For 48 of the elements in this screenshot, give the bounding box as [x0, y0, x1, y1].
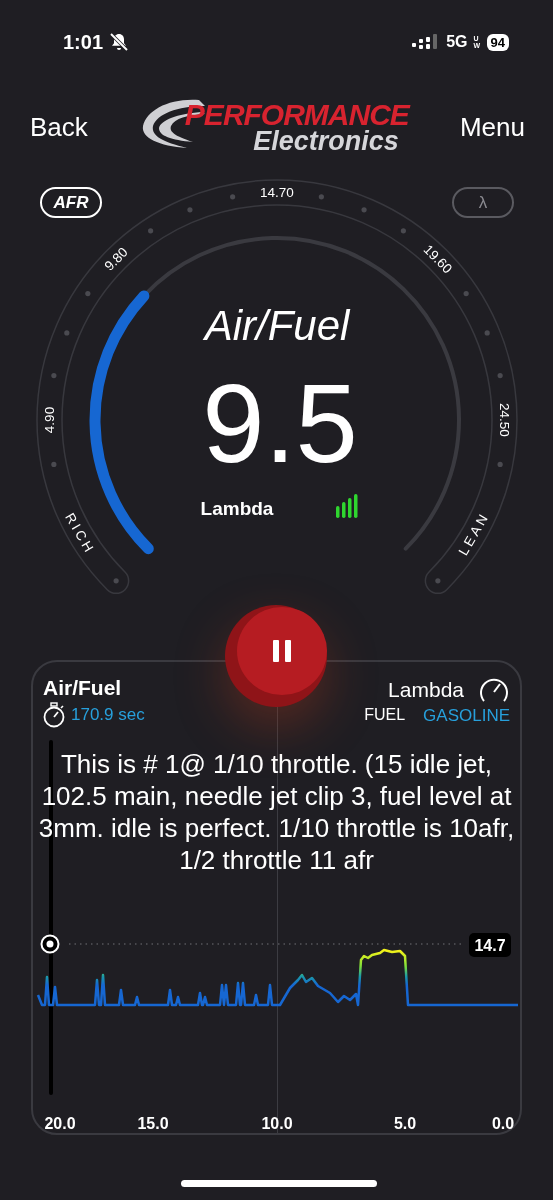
- scale-dot: [148, 228, 154, 234]
- scale-dot: [64, 330, 70, 336]
- scale-dot: [361, 207, 367, 213]
- scale-dot: [318, 194, 324, 200]
- log-title: Air/Fuel: [43, 676, 123, 700]
- pause-icon: [272, 640, 292, 662]
- scale-dot: [484, 330, 490, 336]
- back-button[interactable]: Back: [30, 111, 88, 143]
- unit-label: Lambda: [200, 498, 274, 519]
- scale-dot: [230, 194, 236, 200]
- scale-dot: [51, 373, 57, 379]
- scale-dot: [497, 373, 503, 379]
- battery-level: 94: [486, 33, 509, 51]
- menu-button[interactable]: Menu: [459, 111, 525, 143]
- unit-label: Lambda: [388, 678, 464, 702]
- note-text: This is # 1@ 1/10 throttle. (15 idle jet, 102.5 main, needle jet clip 3, fuel level at 3mm. idle is perfect. 1/10 throttle is 10afr, 1/2 throttle 11 afr: [37, 748, 516, 876]
- scale-label: 14.70: [260, 185, 294, 200]
- scale-dot: [463, 291, 469, 297]
- scale-dot: [497, 461, 503, 467]
- mode-toggle[interactable]: λ: [452, 187, 514, 218]
- scale-label: 24.50: [497, 403, 512, 437]
- reference-marker-icon: [40, 934, 60, 954]
- fuel-value: GASOLINE: [423, 706, 510, 726]
- scale-dot: [85, 291, 91, 297]
- scale-label: 4.90: [42, 406, 57, 434]
- scale-dot: [187, 207, 193, 213]
- stopwatch-icon: [43, 702, 65, 728]
- reference-label: 14.7: [469, 933, 511, 957]
- axis-label: 0.0: [491, 1115, 515, 1132]
- scale-dot: [51, 461, 57, 467]
- network-label: 5G: [446, 33, 468, 51]
- axis-label: 5.0: [393, 1115, 417, 1132]
- axis-label: 20.0: [44, 1115, 76, 1132]
- scale-dot: [435, 578, 441, 584]
- scale-dot: [400, 228, 406, 234]
- gauge-icon: [478, 676, 510, 704]
- duration-label: 170.9 sec: [71, 705, 145, 725]
- fuel-label: FUEL: [364, 706, 406, 725]
- scale-label: 9.80: [101, 244, 131, 274]
- gauge-value: 9.5: [202, 361, 358, 486]
- axis-label: 15.0: [137, 1115, 169, 1132]
- bell-off-icon: [109, 32, 130, 52]
- mode-toggle[interactable]: AFR: [40, 187, 102, 218]
- signal-strength-icon: [336, 494, 358, 518]
- status-time: 1:01: [63, 30, 104, 54]
- axis-label: 10.0: [261, 1115, 293, 1132]
- scale-dot: [113, 578, 119, 584]
- gauge-title: Air/Fuel: [204, 302, 350, 349]
